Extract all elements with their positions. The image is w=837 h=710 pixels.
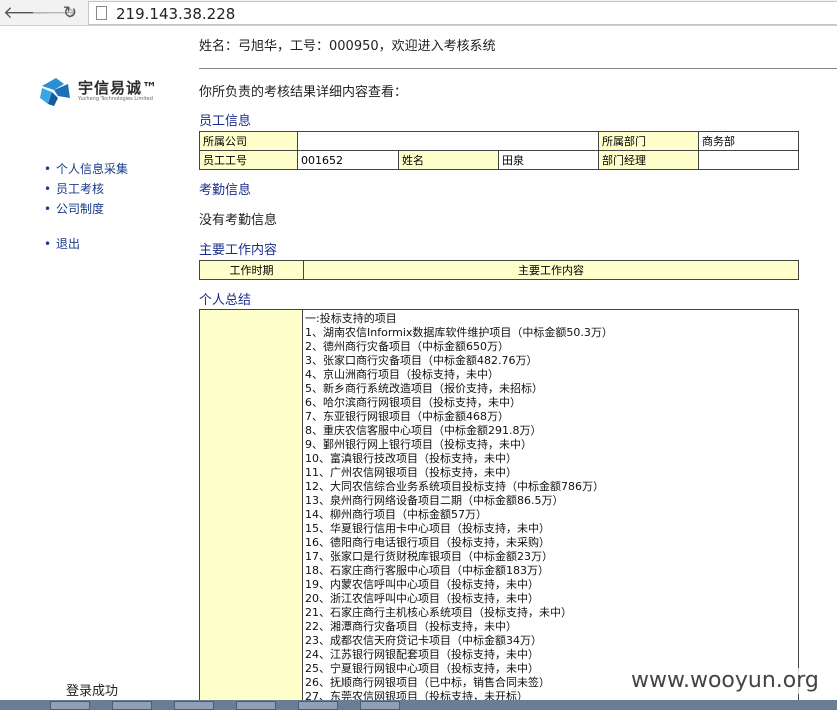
url-text[interactable]: 219.143.38.228 — [116, 3, 235, 25]
watermark: www.wooyun.org — [631, 668, 819, 694]
summary-line: 16、德阳商行电话银行项目（投标支持，未采购） — [305, 536, 550, 549]
taskbar-item[interactable] — [112, 701, 152, 710]
sidebar-item-employee-review[interactable]: 员工考核 — [44, 179, 128, 199]
welcome-text: 姓名：弓旭华，工号：000950，欢迎进入考核系统 — [199, 39, 496, 54]
summary-line: 10、富滇银行技改项目（投标支持，未中） — [305, 452, 517, 465]
summary-line: 23、成都农信天府贷记卡项目（中标金额34万） — [305, 634, 542, 647]
summary-line: 8、重庆农信客服中心项目（中标金额291.8万） — [305, 424, 542, 437]
section-title-summary: 个人总结 — [199, 293, 252, 308]
taskbar-item[interactable] — [50, 701, 90, 710]
summary-line: 24、江苏银行网银配套项目（投标支持，未中） — [305, 648, 539, 661]
manager-label: 部门经理 — [598, 150, 699, 170]
summary-line: 4、京山洲商行项目（投标支持，未中） — [305, 368, 499, 381]
summary-label-cell — [199, 309, 303, 710]
summary-line: 一:投标支持的项目 — [305, 312, 397, 325]
taskbar-item[interactable] — [360, 701, 400, 710]
summary-line: 22、湘潭商行灾备项目（投标支持，未中） — [305, 620, 517, 633]
reload-icon[interactable]: ↻ — [60, 3, 80, 23]
taskbar-item[interactable] — [298, 701, 338, 710]
summary-line: 14、柳州商行项目（中标金额57万） — [305, 508, 487, 521]
back-arrow-icon[interactable]: 🡐 — [3, 3, 49, 23]
sidebar-item-label[interactable]: 个人信息采集 — [56, 162, 128, 176]
summary-line: 20、浙江农信呼叫中心项目（投标支持，未中） — [305, 592, 539, 605]
section-title-attendance: 考勤信息 — [199, 183, 252, 198]
summary-line: 1、湖南农信Informix数据库软件维护项目（中标金额50.3万） — [305, 326, 613, 339]
sidebar-item-company-policy[interactable]: 公司制度 — [44, 199, 128, 219]
company-label: 所属公司 — [199, 131, 298, 151]
employee-info-table: 所属公司 所属部门 商务部 员工工号 001652 姓名 田泉 部门经理 — [199, 131, 799, 170]
section-title-work: 主要工作内容 — [199, 242, 799, 261]
logo-name: 宇信易诚™ — [78, 79, 159, 97]
sidebar-item-label[interactable]: 公司制度 — [56, 202, 104, 216]
company-logo: 宇信易诚™ Yucheng Technologies Limited — [38, 74, 158, 108]
work-content-header: 主要工作内容 — [303, 260, 799, 280]
sidebar-item-label[interactable]: 退出 — [56, 237, 80, 251]
sidebar-nav: 个人信息采集 员工考核 公司制度 退出 — [44, 159, 128, 254]
page-icon — [96, 6, 107, 20]
logo-mark-icon — [40, 78, 70, 106]
sidebar-item-info-collection[interactable]: 个人信息采集 — [44, 159, 128, 179]
summary-line: 19、内蒙农信呼叫中心项目（投标支持，未中） — [305, 578, 539, 591]
taskbar-item[interactable] — [236, 701, 276, 710]
divider — [199, 68, 837, 69]
table-row: 员工工号 001652 姓名 田泉 部门经理 — [199, 150, 799, 170]
taskbar — [0, 700, 837, 710]
intro-text: 你所负责的考核结果详细内容查看： — [199, 85, 408, 100]
company-value — [297, 131, 599, 151]
summary-line: 11、广州农信网银项目（投标支持，未中） — [305, 466, 517, 479]
summary-line: 2、德州商行灾备项目（中标金额650万） — [305, 340, 509, 353]
summary-line: 13、泉州商行网络设备项目二期（中标金额86.5万） — [305, 494, 564, 507]
sidebar-item-logout[interactable]: 退出 — [44, 234, 128, 254]
sidebar-item-label[interactable]: 员工考核 — [56, 182, 104, 196]
employee-id-value: 001652 — [297, 150, 399, 170]
work-period-header: 工作时期 — [199, 260, 304, 280]
summary-line: 7、东亚银行网银项目（中标金额468万） — [305, 410, 509, 423]
table-row: 工作时期 主要工作内容 — [199, 260, 799, 280]
dept-value: 商务部 — [698, 131, 799, 151]
summary-line: 21、石家庄商行主机核心系统项目（投标支持，未中） — [305, 606, 572, 619]
name-value: 田泉 — [498, 150, 599, 170]
browser-toolbar: 🡐 🡒 ↻ 219.143.38.228 — [0, 0, 837, 26]
employee-id-label: 员工工号 — [199, 150, 298, 170]
work-content-table: 工作时期 主要工作内容 — [199, 260, 799, 280]
summary-line: 5、新乡商行系统改造项目（报价支持，未招标） — [305, 382, 543, 395]
login-status: 登录成功 — [66, 684, 119, 699]
forward-arrow-icon[interactable]: 🡒 — [31, 3, 77, 23]
summary-line: 9、鄞州银行网上银行项目（投标支持，未中） — [305, 438, 532, 451]
address-bar[interactable]: 219.143.38.228 — [88, 1, 837, 25]
table-row: 所属公司 所属部门 商务部 — [199, 131, 799, 151]
summary-line: 17、张家口是行货财税库银项目（中标金额23万） — [305, 550, 553, 563]
manager-value — [698, 150, 799, 170]
logo-subtitle: Yucheng Technologies Limited — [78, 96, 153, 102]
section-title-employee: 员工信息 — [199, 113, 799, 132]
summary-line: 15、华夏银行信用卡中心项目（投标支持，未中） — [305, 522, 550, 535]
dept-label: 所属部门 — [598, 131, 699, 151]
summary-line: 6、哈尔滨商行网银项目（投标支持，未中） — [305, 396, 521, 409]
name-label: 姓名 — [398, 150, 499, 170]
summary-line: 3、张家口商行灾备项目（中标金额482.76万） — [305, 354, 538, 367]
taskbar-item[interactable] — [174, 701, 214, 710]
attendance-empty-text: 没有考勤信息 — [199, 213, 278, 228]
summary-textarea[interactable]: 一:投标支持的项目 1、湖南农信Informix数据库软件维护项目（中标金额50.… — [302, 309, 799, 710]
summary-line: 18、石家庄商行客服中心项目（中标金额183万） — [305, 564, 549, 577]
summary-line: 12、大同农信综合业务系统项目投标支持（中标金额786万） — [305, 480, 604, 493]
